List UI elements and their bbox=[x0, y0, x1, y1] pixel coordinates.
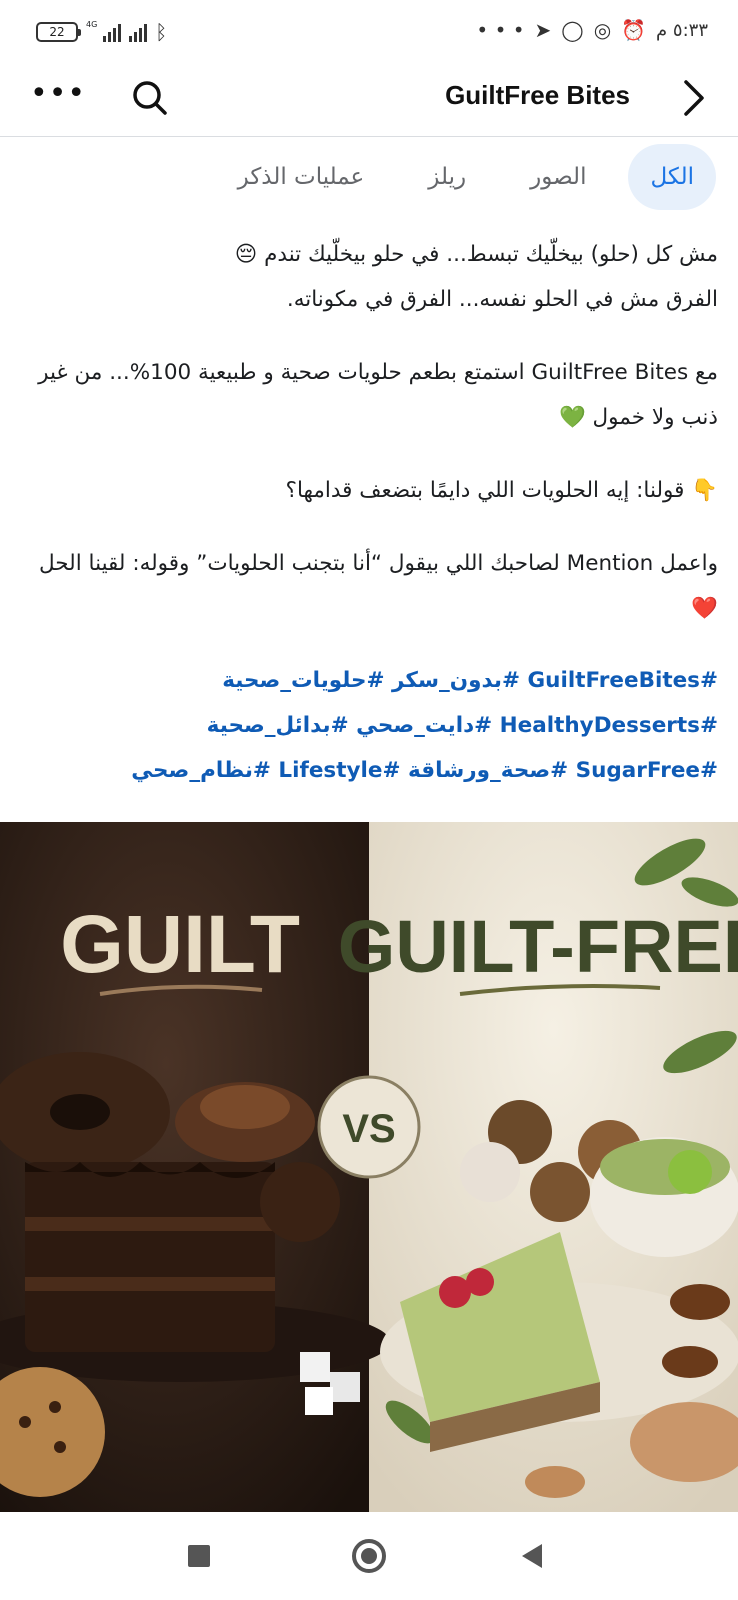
hashtag-line[interactable]: #GuiltFreeBites #بدون_سكر #حلويات_صحية bbox=[78, 658, 718, 703]
page-header: ••• GuiltFree Bites bbox=[0, 66, 738, 137]
vs-badge: VS bbox=[317, 1075, 421, 1179]
network-type: 4G bbox=[86, 19, 98, 29]
caption-paragraph: واعمل Mention لصاحبك اللي بيقول “أنا بتج… bbox=[20, 541, 718, 631]
chevron-right-icon bbox=[684, 80, 704, 116]
tab-photos[interactable]: الصور bbox=[508, 144, 608, 210]
hashtag-line[interactable]: #SugarFree #صحة_ورشاقة #Lifestyle #نظام_… bbox=[78, 748, 718, 793]
signal-icon bbox=[103, 22, 122, 42]
hashtag-line[interactable]: #HealthyDesserts #دايت_صحي #بدائل_صحية bbox=[78, 703, 718, 748]
battery-level: 22 bbox=[49, 25, 65, 39]
battery-icon: 22 bbox=[36, 22, 81, 42]
caption-line: الفرق مش في الحلو نفسه... الفرق في مكونا… bbox=[286, 287, 718, 312]
status-bar: 22 4G ᛒ • • • ➤ ◯ ◎ ⏰ ٥:٣٣ م bbox=[0, 0, 738, 66]
alarm-icon: ⏰ bbox=[621, 18, 647, 42]
system-nav-bar bbox=[0, 1512, 738, 1600]
whatsapp-business-icon: ◎ bbox=[593, 18, 612, 42]
caption-paragraph: 👇 قولنا: إيه الحلويات اللي دايمًا بتضعف … bbox=[20, 468, 718, 513]
search-icon bbox=[133, 81, 167, 115]
caption-paragraph: مع GuiltFree Bites استمتع بطعم حلويات صح… bbox=[20, 350, 718, 440]
whatsapp-icon: ◯ bbox=[561, 18, 584, 42]
notification-more-icon: • • • bbox=[476, 18, 525, 42]
profile-tabs: الكل الصور ريلز عمليات الذكر bbox=[216, 144, 716, 210]
tab-mentions[interactable]: عمليات الذكر bbox=[216, 144, 387, 210]
clock: ٥:٣٣ م bbox=[656, 19, 708, 41]
search-button[interactable] bbox=[130, 78, 170, 118]
signal-2-icon bbox=[129, 22, 148, 42]
more-options-button[interactable]: ••• bbox=[30, 79, 86, 109]
post-hashtags: #GuiltFreeBites #بدون_سكر #حلويات_صحية #… bbox=[20, 658, 718, 793]
telegram-icon: ➤ bbox=[534, 18, 552, 42]
caption-line: 👇 قولنا: إيه الحلويات اللي دايمًا بتضعف … bbox=[285, 478, 718, 503]
recents-icon[interactable] bbox=[188, 1545, 210, 1567]
post-image[interactable]: GUILT GUILT-FREE VS bbox=[0, 822, 738, 1512]
back-icon[interactable] bbox=[522, 1544, 542, 1568]
guilt-title: GUILT bbox=[60, 899, 300, 990]
caption-paragraph: مش كل (حلو) بيخلّيك تبسط... في حلو بيخلّ… bbox=[20, 232, 718, 322]
page-title: GuiltFree Bites bbox=[445, 80, 630, 110]
home-icon[interactable] bbox=[352, 1539, 386, 1573]
caption-line: مش كل (حلو) بيخلّيك تبسط... في حلو بيخلّ… bbox=[234, 242, 718, 267]
caption-line: مع GuiltFree Bites استمتع بطعم حلويات صح… bbox=[38, 360, 718, 430]
vs-label: VS bbox=[342, 1107, 395, 1151]
tab-reels[interactable]: ريلز bbox=[406, 144, 488, 210]
post-caption: مش كل (حلو) بيخلّيك تبسط... في حلو بيخلّ… bbox=[20, 232, 718, 659]
guilt-free-title: GUILT-FREE bbox=[338, 905, 738, 988]
bluetooth-icon: ᛒ bbox=[155, 20, 168, 44]
tab-all[interactable]: الكل bbox=[628, 144, 716, 210]
caption-line: واعمل Mention لصاحبك اللي بيقول “أنا بتج… bbox=[39, 551, 718, 621]
back-button[interactable] bbox=[678, 76, 708, 120]
more-icon: ••• bbox=[30, 76, 87, 111]
